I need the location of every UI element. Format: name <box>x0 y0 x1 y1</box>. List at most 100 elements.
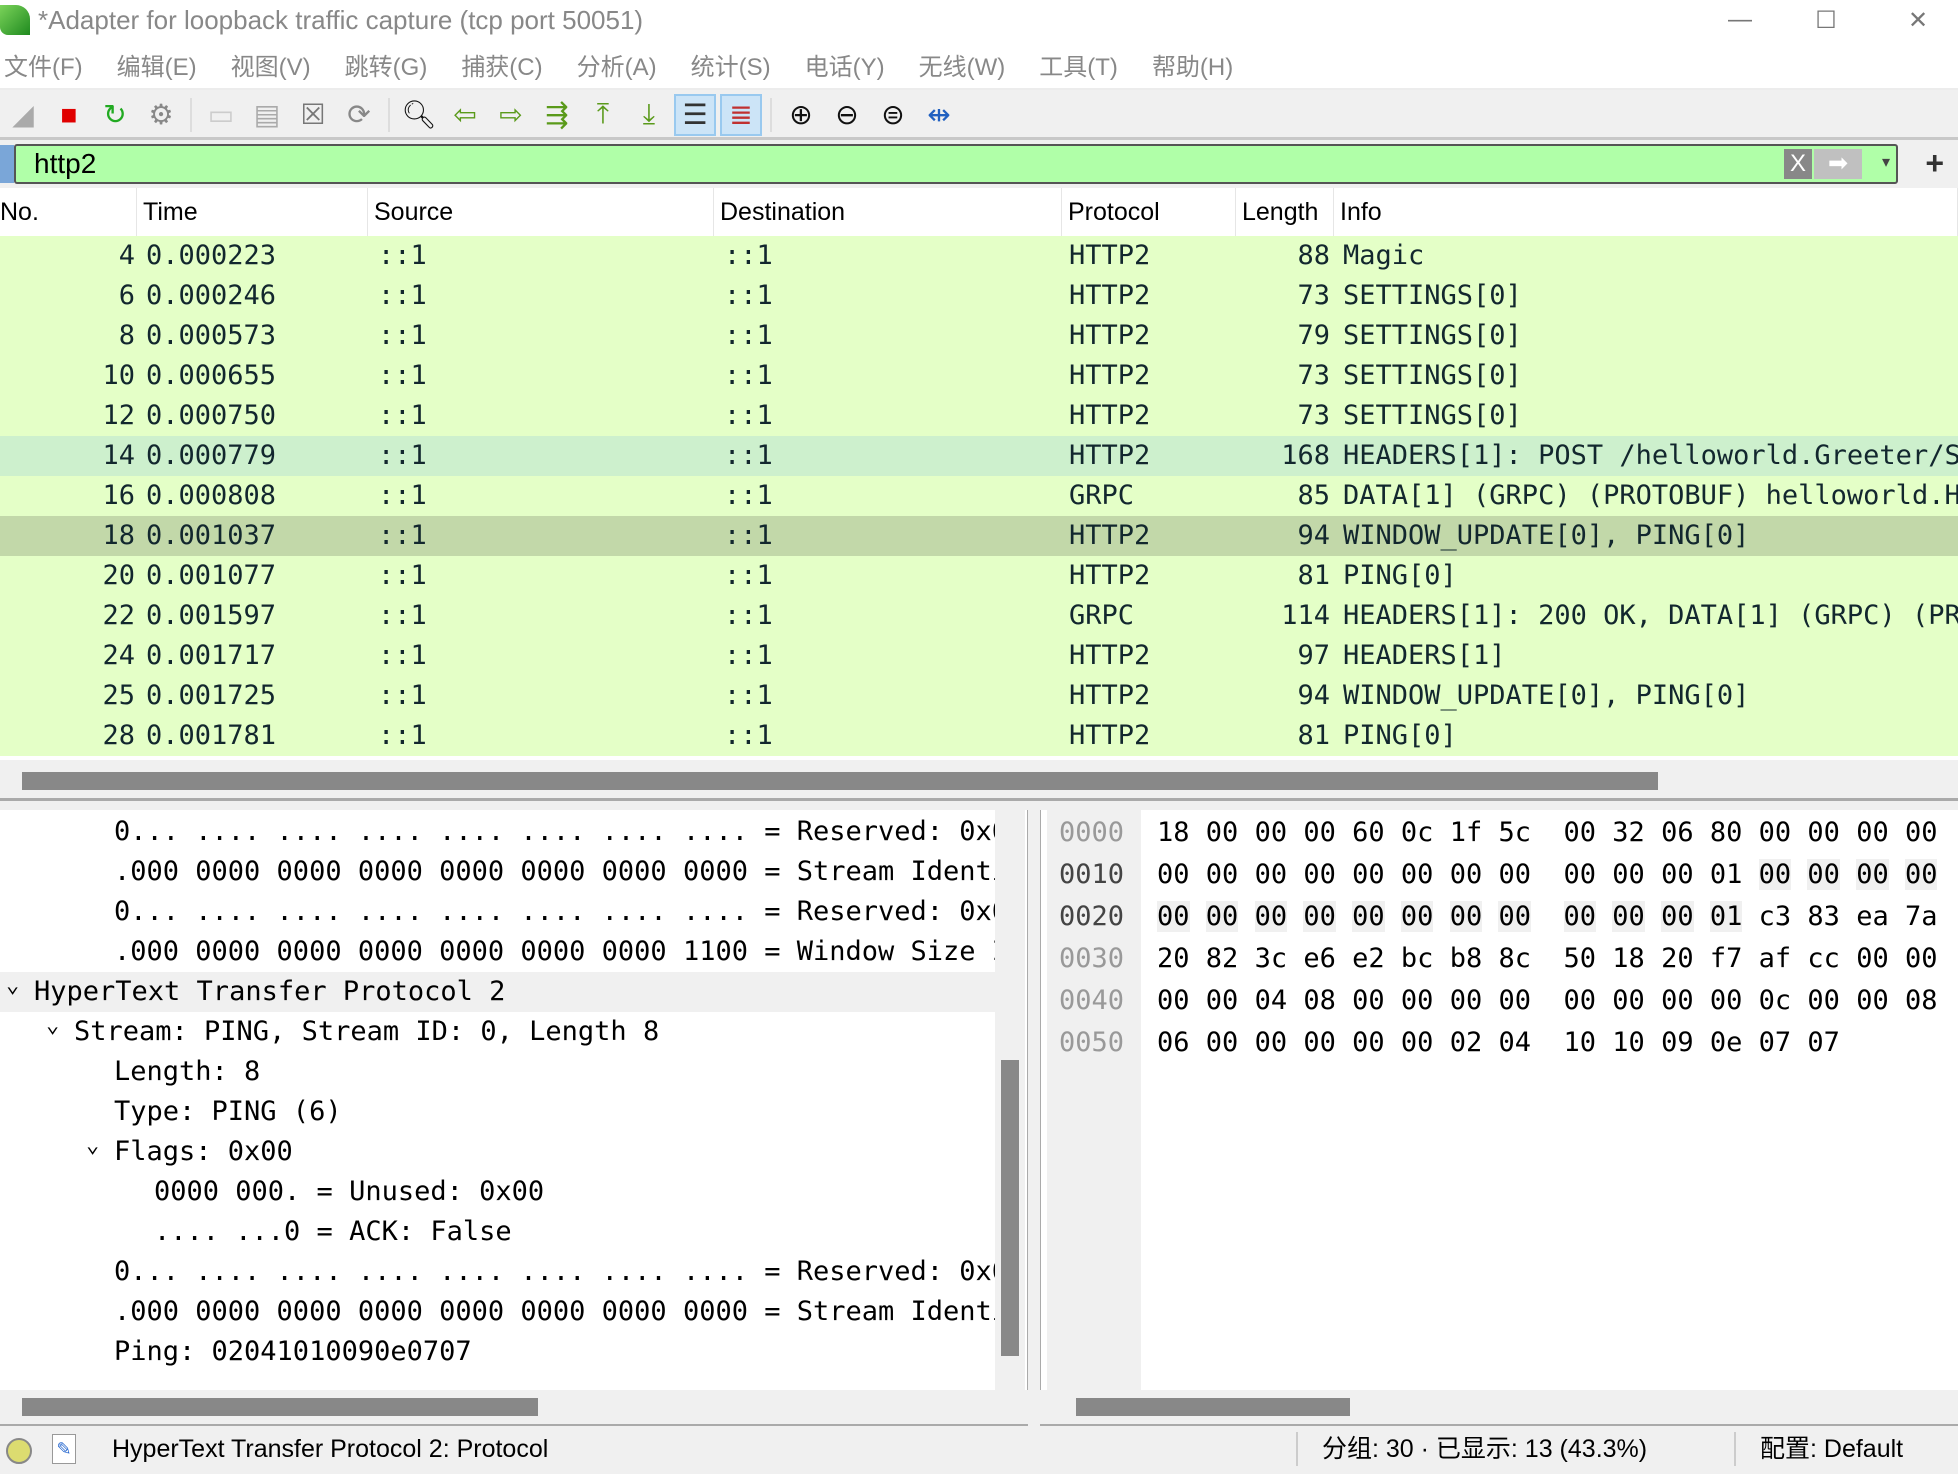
hex-byte[interactable]: 00 <box>1498 985 1531 1016</box>
column-header-source[interactable]: Source <box>368 188 714 236</box>
maximize-button[interactable]: ☐ <box>1796 0 1856 40</box>
go-forward-button[interactable]: ⇨ <box>490 94 532 136</box>
display-filter-input[interactable] <box>34 146 1774 182</box>
go-to-packet-button[interactable]: ⇶ <box>536 94 578 136</box>
hex-byte[interactable]: 32 <box>1612 817 1645 848</box>
details-horizontal-scrollbar[interactable] <box>0 1392 1028 1426</box>
packet-row[interactable]: 16 0.000808::1::1 GRPC 85 DATA[1] (GRPC) (PR… <box>0 476 1958 516</box>
hex-byte[interactable]: 82 <box>1206 943 1239 974</box>
hex-byte[interactable]: 08 <box>1303 985 1336 1016</box>
hex-byte[interactable]: 0c <box>1759 985 1792 1016</box>
hex-byte[interactable]: 00 <box>1905 817 1938 848</box>
detail-tree-item[interactable]: 0... .... .... .... .... .... .... .... … <box>0 1252 995 1292</box>
hex-byte[interactable]: 00 <box>1856 943 1889 974</box>
hex-byte[interactable]: 00 <box>1612 985 1645 1016</box>
packet-row[interactable]: 8 0.000573::1::1 HTTP2 79 SETTINGS[0] <box>0 316 1958 356</box>
hex-byte[interactable]: 3c <box>1255 943 1288 974</box>
expand-chevron-icon[interactable]: ⌄ <box>46 1012 59 1046</box>
hex-byte[interactable]: 0c <box>1401 817 1434 848</box>
bytes-horizontal-scrollbar[interactable] <box>1040 1392 1958 1426</box>
detail-tree-item[interactable]: .000 0000 0000 0000 0000 0000 0000 1100 … <box>0 932 995 972</box>
detail-tree-item[interactable]: Ping: 02041010090e0707 <box>0 1332 995 1372</box>
detail-tree-item[interactable]: 0000 000. = Unused: 0x00 <box>0 1172 995 1212</box>
hex-byte[interactable]: 00 <box>1303 1027 1336 1058</box>
column-header-info[interactable]: Info <box>1334 188 1958 236</box>
find-packet-button[interactable]: 🔍︎ <box>398 94 440 136</box>
packet-row[interactable]: 12 0.000750::1::1 HTTP2 73 SETTINGS[0] <box>0 396 1958 436</box>
menu-item[interactable]: 工具(T) <box>1035 47 1134 82</box>
column-header-destination[interactable]: Destination <box>714 188 1062 236</box>
hex-byte[interactable]: 7a <box>1905 901 1938 932</box>
hex-byte[interactable]: 00 <box>1450 985 1483 1016</box>
hex-byte[interactable]: 00 <box>1564 817 1597 848</box>
packet-list-horizontal-scrollbar[interactable] <box>0 764 1958 794</box>
hex-byte[interactable]: af <box>1759 943 1792 974</box>
first-packet-button[interactable]: ⤒ <box>582 94 624 136</box>
menu-item[interactable]: 视图(V) <box>227 47 327 82</box>
hex-byte[interactable]: 00 <box>1401 985 1434 1016</box>
hex-byte[interactable]: 00 <box>1449 901 1483 932</box>
hex-byte[interactable]: 01 <box>1710 859 1743 890</box>
hex-bytes[interactable]: 00 00 04 08 00 00 00 00 00 00 00 00 0c 0… <box>1157 980 1954 1022</box>
hex-byte[interactable]: 00 <box>1303 859 1336 890</box>
hex-byte[interactable]: 00 <box>1661 901 1694 932</box>
apply-filter-button[interactable]: ➡ <box>1814 149 1862 179</box>
zoom-out-button[interactable]: ⊖ <box>826 94 868 136</box>
autoscroll-button[interactable]: ☰ <box>674 93 716 136</box>
hex-byte[interactable]: 00 <box>1498 901 1531 932</box>
hex-byte[interactable]: 00 <box>1498 859 1531 890</box>
packet-row[interactable]: 22 0.001597::1::1 GRPC 114 HEADERS[1]: 200 O… <box>0 596 1958 636</box>
add-filter-button[interactable]: + <box>1925 145 1944 182</box>
clear-filter-button[interactable]: X <box>1784 149 1812 179</box>
menu-item[interactable]: 统计(S) <box>687 47 787 82</box>
scrollbar-thumb[interactable] <box>22 1398 538 1416</box>
hex-byte[interactable]: 00 <box>1352 859 1385 890</box>
detail-tree-item[interactable]: Type: PING (6) <box>0 1092 995 1132</box>
hex-byte[interactable]: 00 <box>1401 1027 1434 1058</box>
hex-byte[interactable]: 00 <box>1856 859 1889 890</box>
details-vertical-scrollbar[interactable] <box>995 810 1025 1390</box>
hex-byte[interactable]: 00 <box>1856 817 1889 848</box>
hex-byte[interactable]: 0e <box>1710 1027 1743 1058</box>
menu-item[interactable]: 无线(W) <box>915 47 1022 82</box>
hex-byte[interactable]: 20 <box>1661 943 1694 974</box>
packet-row[interactable]: 24 0.001717::1::1 HTTP2 97 HEADERS[1] <box>0 636 1958 676</box>
capture-options-button[interactable]: ⚙ <box>140 94 182 136</box>
hex-byte[interactable]: 00 <box>1400 901 1434 932</box>
detail-tree-item[interactable]: .000 0000 0000 0000 0000 0000 0000 0000 … <box>0 852 995 892</box>
shark-fin-start-button[interactable]: ◢ <box>2 94 44 136</box>
hex-byte[interactable]: cc <box>1807 943 1840 974</box>
hex-byte[interactable]: 00 <box>1661 859 1694 890</box>
hex-byte[interactable]: 00 <box>1807 985 1840 1016</box>
hex-byte[interactable]: 10 <box>1564 1027 1597 1058</box>
hex-byte[interactable]: 00 <box>1206 985 1239 1016</box>
hex-byte[interactable]: 00 <box>1157 901 1190 932</box>
hex-byte[interactable]: 09 <box>1661 1027 1694 1058</box>
hex-byte[interactable]: 00 <box>1206 1027 1239 1058</box>
hex-byte[interactable]: 00 <box>1157 985 1190 1016</box>
hex-byte[interactable]: e6 <box>1303 943 1336 974</box>
hex-byte[interactable]: 00 <box>1206 859 1239 890</box>
minimize-button[interactable]: — <box>1710 0 1770 40</box>
hex-byte[interactable]: 00 <box>1564 859 1597 890</box>
hex-bytes[interactable]: 18 00 00 00 60 0c 1f 5c 00 32 06 80 00 0… <box>1157 812 1954 854</box>
bookmark-icon[interactable] <box>0 145 14 183</box>
hex-byte[interactable]: 00 <box>1759 817 1792 848</box>
save-file-button[interactable]: ▤ <box>246 94 288 136</box>
resize-columns-button[interactable]: ⇹ <box>918 94 960 136</box>
hex-byte[interactable]: 02 <box>1450 1027 1483 1058</box>
hex-bytes[interactable]: 00 00 00 00 00 00 00 00 00 00 00 01 c3 8… <box>1157 896 1954 938</box>
hex-byte[interactable]: 00 <box>1206 817 1239 848</box>
hex-byte[interactable]: 00 <box>1352 901 1385 932</box>
hex-byte[interactable]: bc <box>1401 943 1434 974</box>
hex-byte[interactable]: 00 <box>1905 943 1938 974</box>
hex-byte[interactable]: 06 <box>1661 817 1694 848</box>
hex-byte[interactable]: 00 <box>1904 859 1938 890</box>
menu-item[interactable]: 电话(Y) <box>801 47 901 82</box>
hex-byte[interactable]: 00 <box>1807 817 1840 848</box>
menu-item[interactable]: 分析(A) <box>573 47 673 82</box>
pane-splitter[interactable] <box>0 798 1958 801</box>
hex-byte[interactable]: 00 <box>1563 901 1597 932</box>
go-back-button[interactable]: ⇦ <box>444 94 486 136</box>
column-header-no[interactable]: No. <box>0 188 137 236</box>
